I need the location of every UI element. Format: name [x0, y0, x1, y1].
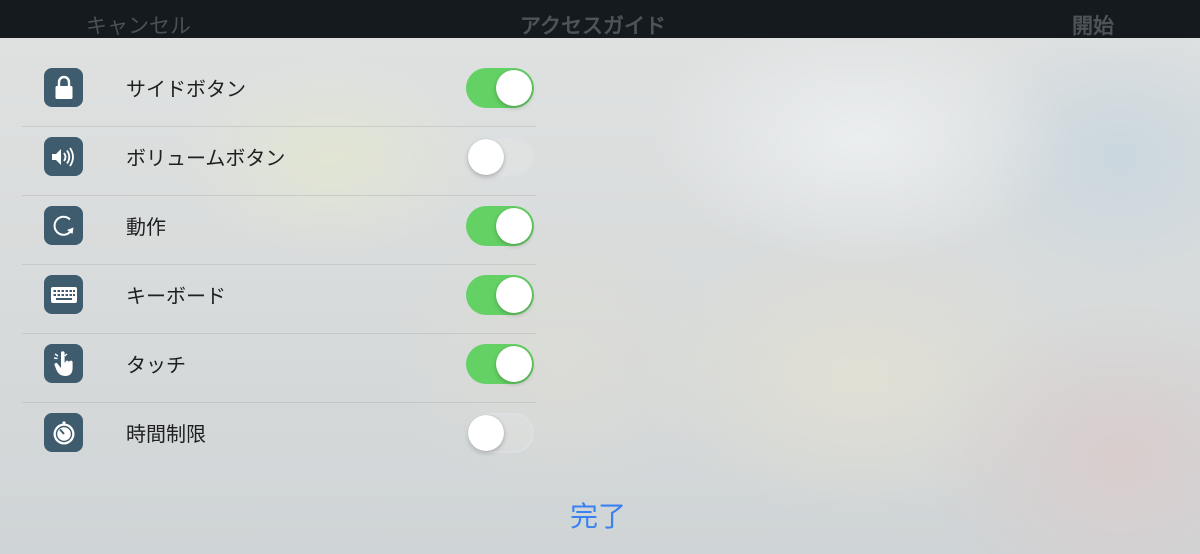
option-row-time-limit: 時間制限: [22, 403, 536, 471]
rotation-icon: [44, 206, 83, 245]
toggle-knob: [496, 277, 532, 313]
timer-icon: [44, 413, 83, 452]
option-label: 動作: [126, 215, 166, 239]
lock-icon: [44, 68, 83, 107]
toggle-knob: [496, 346, 532, 382]
guided-access-options-sheet: サイドボタン ボリュームボタン 動作 キーボード タッチ 時間制限 完了: [0, 38, 1200, 554]
side-button-toggle[interactable]: [466, 68, 534, 108]
keyboards-toggle[interactable]: [466, 275, 534, 315]
speaker-volume-icon: [44, 137, 83, 176]
options-list: サイドボタン ボリュームボタン 動作 キーボード タッチ 時間制限: [22, 58, 536, 471]
cancel-button[interactable]: キャンセル: [86, 14, 191, 38]
toggle-knob: [468, 415, 504, 451]
option-label: 時間制限: [126, 422, 206, 446]
touch-toggle[interactable]: [466, 344, 534, 384]
navigation-bar: キャンセル アクセスガイド 開始: [0, 0, 1200, 38]
done-button[interactable]: 完了: [570, 500, 626, 534]
hand-touch-icon: [44, 344, 83, 383]
toggle-knob: [468, 139, 504, 175]
option-row-motion: 動作: [22, 196, 536, 265]
volume-buttons-toggle[interactable]: [466, 137, 534, 177]
motion-toggle[interactable]: [466, 206, 534, 246]
option-label: キーボード: [126, 284, 226, 308]
navigation-title: アクセスガイド: [520, 14, 666, 38]
start-button[interactable]: 開始: [1072, 14, 1114, 38]
option-row-keyboards: キーボード: [22, 265, 536, 334]
option-row-volume-buttons: ボリュームボタン: [22, 127, 536, 196]
option-label: タッチ: [126, 353, 186, 377]
toggle-knob: [496, 70, 532, 106]
option-row-side-button: サイドボタン: [22, 58, 536, 127]
option-row-touch: タッチ: [22, 334, 536, 403]
option-label: ボリュームボタン: [126, 146, 286, 170]
time-limit-toggle[interactable]: [466, 413, 534, 453]
toggle-knob: [496, 208, 532, 244]
keyboard-icon: [44, 275, 83, 314]
option-label: サイドボタン: [126, 77, 246, 101]
